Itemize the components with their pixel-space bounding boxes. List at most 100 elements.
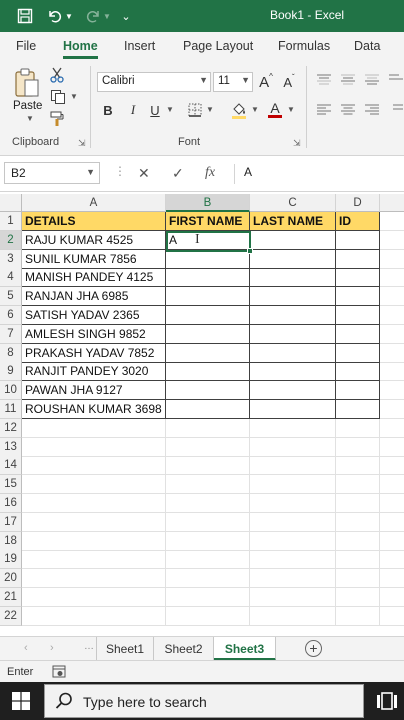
row-header-20[interactable]: 20	[0, 569, 22, 589]
row-header-19[interactable]: 19	[0, 550, 22, 570]
cell-a2[interactable]: RAJU KUMAR 4525	[22, 230, 166, 250]
windows-start-icon[interactable]	[12, 692, 30, 713]
row-header-18[interactable]: 18	[0, 531, 22, 551]
row-header-7[interactable]: 7	[0, 324, 22, 344]
tab-home[interactable]: Home	[63, 39, 98, 59]
cell-e6[interactable]	[380, 306, 404, 325]
cell-c19[interactable]	[250, 550, 336, 570]
paste-label[interactable]: Paste	[13, 100, 42, 112]
cut-icon[interactable]	[48, 66, 66, 84]
scroll-left-icon[interactable]: ‹	[24, 642, 28, 654]
macro-recording-icon[interactable]	[52, 665, 66, 681]
grow-font-button[interactable]: A ^	[257, 72, 275, 92]
cell-a20[interactable]	[22, 569, 166, 589]
cell-e18[interactable]	[380, 532, 404, 551]
font-launcher-icon[interactable]: ⇲	[293, 138, 301, 149]
row-header-21[interactable]: 21	[0, 588, 22, 607]
cell-c15[interactable]	[250, 475, 336, 495]
column-header-b[interactable]: B	[166, 194, 250, 212]
tab-file[interactable]: File	[16, 39, 36, 53]
row-header-15[interactable]: 15	[0, 475, 22, 495]
cell-d22[interactable]	[336, 606, 380, 626]
cell-e13[interactable]	[380, 438, 404, 457]
sheet-tab-sheet3[interactable]: Sheet3	[214, 637, 276, 661]
cell-b19[interactable]	[166, 550, 250, 570]
cell-d7[interactable]	[336, 324, 380, 344]
cell-c17[interactable]	[250, 512, 336, 532]
cell-a17[interactable]	[22, 512, 166, 532]
cell-b13[interactable]	[166, 437, 250, 457]
cell-e22[interactable]	[380, 607, 404, 626]
row-header-6[interactable]: 6	[0, 306, 22, 325]
align-right-icon[interactable]	[364, 102, 380, 118]
cell-e9[interactable]	[380, 362, 404, 382]
orientation-icon[interactable]	[388, 72, 404, 88]
row-header-14[interactable]: 14	[0, 456, 22, 476]
name-box[interactable]: B2 ▼	[4, 162, 100, 184]
cell-e1[interactable]	[380, 212, 404, 231]
cell-e5[interactable]	[380, 287, 404, 307]
fill-handle[interactable]	[247, 248, 253, 254]
taskbar-search-box[interactable]: Type here to search	[44, 684, 364, 718]
cell-e2[interactable]	[380, 231, 404, 250]
bold-button[interactable]: B	[99, 100, 117, 120]
cell-d5[interactable]	[336, 287, 380, 307]
cell-c3[interactable]	[250, 249, 336, 269]
cell-b8[interactable]	[166, 343, 250, 363]
row-header-12[interactable]: 12	[0, 418, 22, 438]
shrink-font-button[interactable]: Aˇ	[280, 72, 298, 92]
cell-e16[interactable]	[380, 494, 404, 513]
more-sheets-icon[interactable]: …	[84, 641, 94, 652]
cell-c6[interactable]	[250, 306, 336, 325]
cell-d6[interactable]	[336, 306, 380, 325]
cell-b6[interactable]	[166, 306, 250, 325]
row-header-10[interactable]: 10	[0, 381, 22, 401]
cell-e19[interactable]	[380, 550, 404, 570]
cell-e3[interactable]	[380, 250, 404, 269]
cell-c21[interactable]	[250, 588, 336, 607]
customize-quick-access-icon[interactable]: ⌄	[118, 6, 134, 26]
cell-c14[interactable]	[250, 456, 336, 476]
redo-dropdown-icon[interactable]: ▼	[102, 6, 112, 26]
align-center-icon[interactable]	[340, 102, 356, 118]
cell-e12[interactable]	[380, 419, 404, 438]
cell-a13[interactable]	[22, 437, 166, 457]
cell-e10[interactable]	[380, 381, 404, 401]
cell-c22[interactable]	[250, 606, 336, 626]
row-header-8[interactable]: 8	[0, 343, 22, 363]
align-bottom-icon[interactable]	[364, 72, 380, 88]
cell-d19[interactable]	[336, 550, 380, 570]
cell-d13[interactable]	[336, 437, 380, 457]
font-size-box[interactable]: 11 ▼	[213, 72, 253, 92]
cell-e14[interactable]	[380, 456, 404, 476]
column-header-c[interactable]: C	[250, 194, 336, 212]
insert-function-icon[interactable]: fx	[205, 165, 215, 181]
cell-e11[interactable]	[380, 400, 404, 419]
cell-c12[interactable]	[250, 418, 336, 438]
column-header-d[interactable]: D	[336, 194, 380, 212]
cell-d20[interactable]	[336, 569, 380, 589]
task-view-icon[interactable]	[376, 692, 398, 713]
tab-insert[interactable]: Insert	[124, 39, 155, 53]
cell-a21[interactable]	[22, 588, 166, 607]
cell-a9[interactable]: RANJIT PANDEY 3020	[22, 362, 166, 382]
borders-icon[interactable]	[186, 101, 204, 119]
cell-a22[interactable]	[22, 606, 166, 626]
cell-b4[interactable]	[166, 268, 250, 288]
cell-d9[interactable]	[336, 362, 380, 382]
cell-a8[interactable]: PRAKASH YADAV 7852	[22, 343, 166, 363]
cell-d14[interactable]	[336, 456, 380, 476]
cell-a19[interactable]	[22, 550, 166, 570]
tab-data[interactable]: Data	[354, 39, 380, 53]
scroll-right-icon[interactable]: ›	[50, 642, 54, 654]
column-header-e[interactable]	[380, 194, 404, 212]
cell-d3[interactable]	[336, 249, 380, 269]
cell-e7[interactable]	[380, 325, 404, 344]
undo-dropdown-icon[interactable]: ▼	[64, 6, 74, 26]
cell-c20[interactable]	[250, 569, 336, 589]
cell-d15[interactable]	[336, 475, 380, 495]
copy-icon[interactable]	[48, 88, 68, 106]
cell-c4[interactable]	[250, 268, 336, 288]
fill-color-icon[interactable]	[229, 100, 249, 120]
cell-a16[interactable]	[22, 494, 166, 513]
